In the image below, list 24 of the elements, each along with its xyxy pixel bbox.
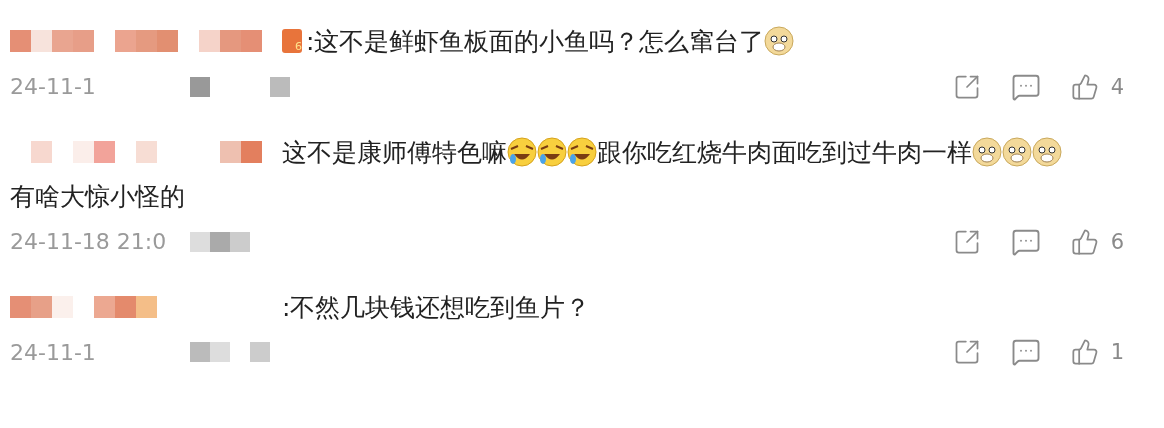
comment-text: 这不是康师傅特色嘛 — [282, 137, 507, 166]
pixelated-info-drawing — [190, 231, 250, 252]
comment-icon[interactable] — [1010, 337, 1041, 367]
comment-time: 24-11-18 21:0 — [10, 229, 168, 254]
laughing-emoji-icon — [537, 136, 567, 167]
like-icon[interactable] — [1070, 227, 1099, 256]
laughing-emoji-icon — [507, 136, 537, 167]
comment-text: 有啥大惊小怪的 — [10, 181, 185, 211]
level-badge: 6 — [282, 29, 302, 53]
comment-text: 跟你吃红烧牛肉面吃到过牛肉一样 — [597, 137, 972, 166]
like-count: 6 — [1110, 229, 1124, 254]
comment-text: :不然几块钱还想吃到鱼片？ — [282, 292, 591, 321]
doge-emoji-icon — [764, 26, 795, 56]
like-count: 4 — [1110, 74, 1124, 99]
laughing-emoji-icon — [567, 136, 597, 167]
doge-emoji-icon — [1002, 136, 1032, 167]
doge-emoji-icon — [1032, 136, 1062, 167]
doge-emoji-icon — [972, 136, 1002, 167]
like-count: 1 — [1110, 340, 1124, 364]
comment-text: :这不是鲜虾鱼板面的小鱼吗？怎么窜台了 — [306, 26, 765, 56]
like-icon[interactable] — [1070, 338, 1099, 366]
like-icon[interactable] — [1070, 72, 1099, 101]
comment-time: 24-11-1 — [10, 74, 97, 99]
comment-time: 24-11-1 — [10, 339, 97, 365]
